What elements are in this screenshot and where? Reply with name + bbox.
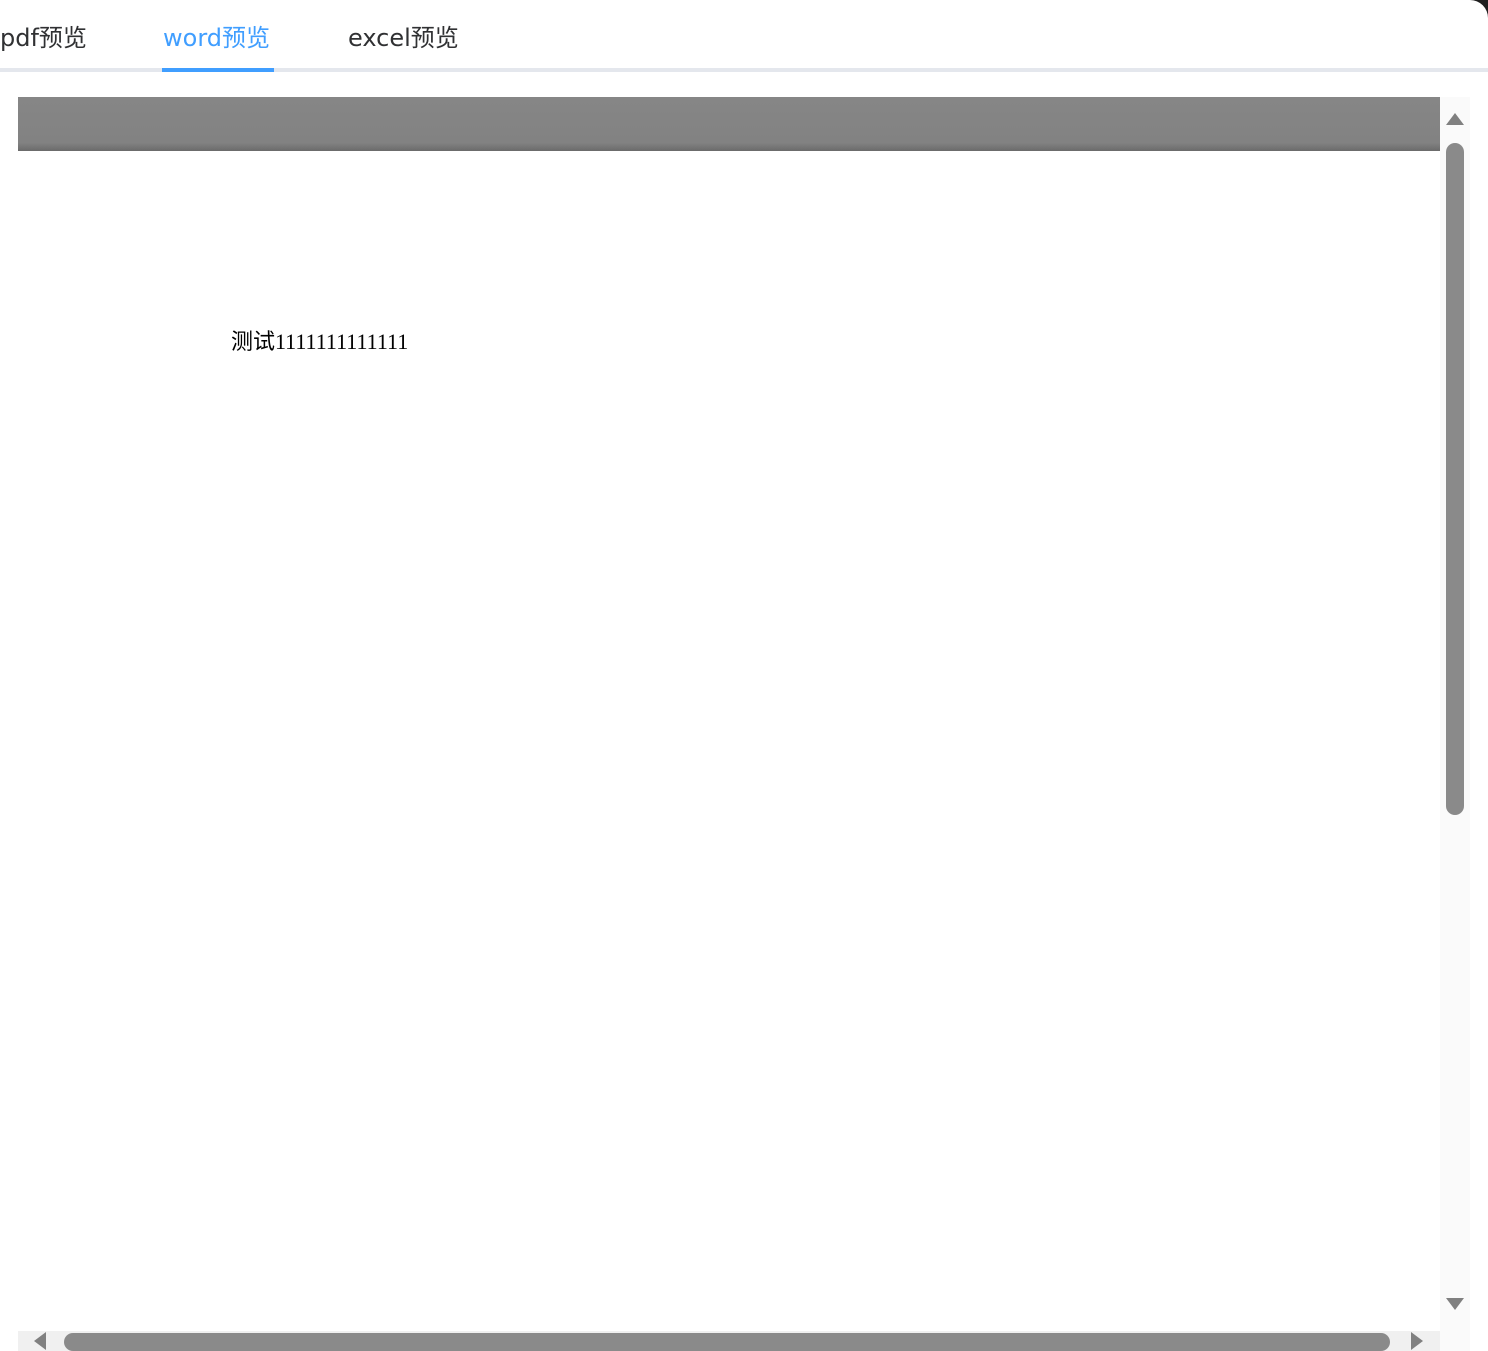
viewer-toolbar (18, 97, 1440, 151)
triangle-up-icon[interactable] (1446, 113, 1464, 125)
word-document-viewer: 测试1111111111111 (18, 97, 1470, 1351)
tab-word-preview[interactable]: word预览 (163, 18, 270, 68)
app-window: pdf预览 word预览 excel预览 测试1111111111111 (0, 0, 1488, 1351)
triangle-left-icon[interactable] (34, 1332, 46, 1350)
vertical-scroll-thumb[interactable] (1446, 143, 1464, 815)
preview-tab-bar: pdf预览 word预览 excel预览 (0, 0, 1488, 72)
document-page: 测试1111111111111 (18, 151, 1440, 1331)
horizontal-scrollbar[interactable] (18, 1331, 1440, 1351)
tab-excel-preview[interactable]: excel预览 (348, 18, 459, 68)
tab-pdf-preview[interactable]: pdf预览 (0, 18, 87, 68)
vertical-scrollbar[interactable] (1440, 97, 1470, 1331)
triangle-down-icon[interactable] (1446, 1298, 1464, 1310)
active-tab-indicator (162, 68, 274, 72)
document-text: 测试1111111111111 (231, 329, 409, 354)
horizontal-scroll-thumb[interactable] (64, 1333, 1390, 1351)
triangle-right-icon[interactable] (1411, 1332, 1423, 1350)
